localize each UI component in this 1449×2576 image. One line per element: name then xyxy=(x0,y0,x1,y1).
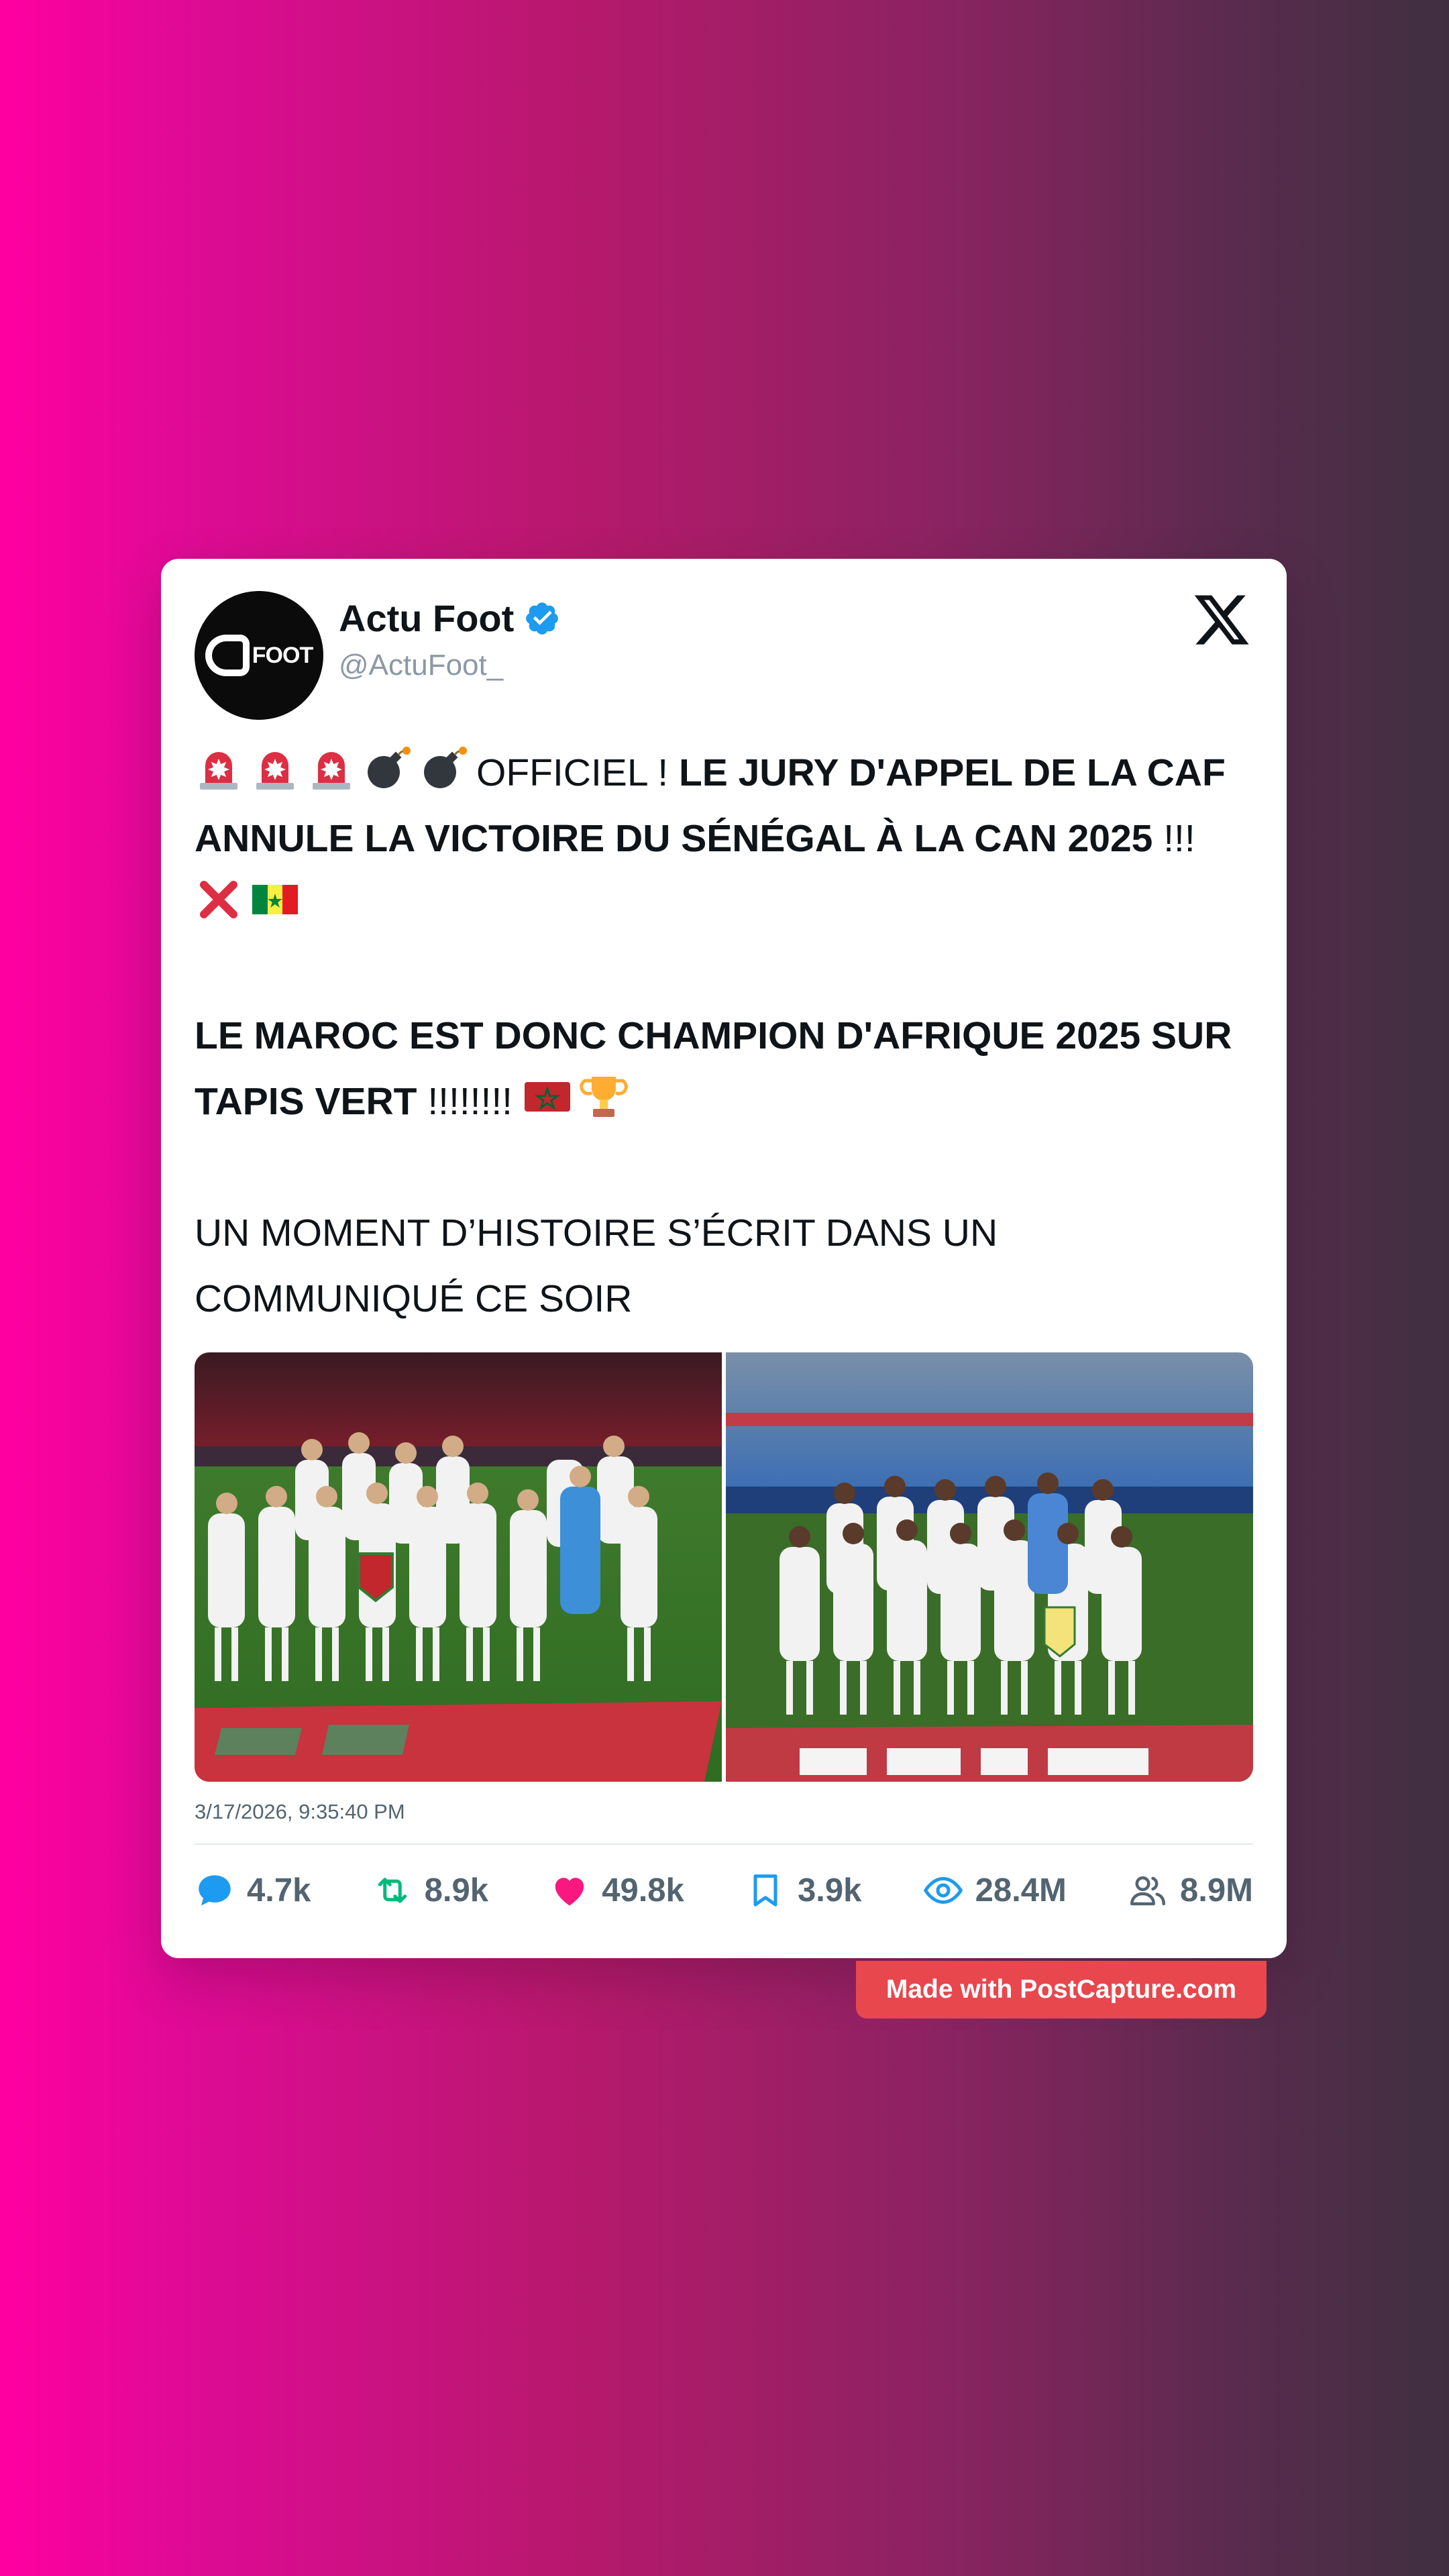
trophy-icon xyxy=(580,1073,628,1121)
police-light-icon xyxy=(195,744,243,792)
tweet-paragraph-2: LE MAROC EST DONC CHAMPION D'AFRIQUE 202… xyxy=(195,1003,1254,1134)
tweet-paragraph-1: OFFICIEL ! LE JURY D'APPEL DE LA CAF ANN… xyxy=(195,740,1254,937)
bookmark-button[interactable]: 3.9k xyxy=(745,1870,861,1911)
tweet-paragraph-3: UN MOMENT D’HISTOIRE S’ÉCRIT DANS UN COM… xyxy=(195,1212,998,1320)
like-button[interactable]: 49.8k xyxy=(549,1870,684,1911)
author-name-text: Actu Foot xyxy=(339,597,515,639)
morocco-team-photo[interactable] xyxy=(195,1352,722,1782)
flag-morocco-icon xyxy=(523,1073,572,1121)
followers-count: 8.9M xyxy=(1180,1872,1253,1909)
tweet-champion-tail: !!!!!!!! xyxy=(427,1080,513,1123)
verified-badge-icon xyxy=(526,602,559,635)
author-handle[interactable]: @ActuFoot_ xyxy=(339,649,503,682)
reply-icon xyxy=(199,1875,231,1906)
tweet-media[interactable] xyxy=(195,1352,1253,1782)
users-icon xyxy=(1130,1876,1166,1906)
flag-senegal-icon xyxy=(251,875,299,924)
tweet-stats: 4.7k 8.9k 49.8k 3.9k 28.4M 8.9M xyxy=(195,1864,1253,1917)
retweet-count: 8.9k xyxy=(424,1872,488,1909)
logo-text: FOOT xyxy=(252,642,313,668)
bomb-icon xyxy=(420,744,468,792)
like-count: 49.8k xyxy=(602,1872,684,1909)
tweet-champion: LE MAROC EST DONC CHAMPION D'AFRIQUE 202… xyxy=(195,1014,1232,1123)
divider xyxy=(195,1843,1253,1845)
tweet-card: FOOT Actu Foot @ActuFoot_ OFFICIEL ! LE … xyxy=(161,559,1287,1958)
cross-mark-icon xyxy=(195,875,243,924)
police-light-icon xyxy=(307,744,356,792)
bomb-icon xyxy=(364,744,412,792)
tweet-text: OFFICIEL ! LE JURY D'APPEL DE LA CAF ANN… xyxy=(195,740,1254,1332)
heart-icon xyxy=(555,1878,584,1906)
tweet-officiel: OFFICIEL ! xyxy=(476,751,669,794)
author-display-name[interactable]: Actu Foot xyxy=(339,596,561,640)
postcapture-watermark[interactable]: Made with PostCapture.com xyxy=(856,1961,1267,2019)
followers-stat[interactable]: 8.9M xyxy=(1128,1870,1253,1911)
police-light-icon xyxy=(251,744,299,792)
views-button[interactable]: 28.4M xyxy=(923,1870,1067,1911)
bookmark-icon xyxy=(753,1874,777,1907)
bookmark-count: 3.9k xyxy=(798,1872,862,1909)
logo-c-mark xyxy=(205,635,250,676)
retweet-button[interactable]: 8.9k xyxy=(372,1870,488,1911)
reply-button[interactable]: 4.7k xyxy=(195,1870,311,1911)
views-count: 28.4M xyxy=(975,1872,1067,1909)
retweet-icon xyxy=(378,1878,407,1903)
eye-icon xyxy=(923,1876,963,1904)
tweet-timestamp[interactable]: 3/17/2026, 9:35:40 PM xyxy=(195,1800,405,1824)
tweet-headline-tail: !!! xyxy=(1163,817,1195,860)
senegal-team-photo[interactable] xyxy=(726,1352,1253,1782)
reply-count: 4.7k xyxy=(247,1872,311,1909)
avatar[interactable]: FOOT xyxy=(195,591,323,720)
actufoot-logo: FOOT xyxy=(205,635,313,676)
x-logo-icon[interactable] xyxy=(1191,590,1252,650)
